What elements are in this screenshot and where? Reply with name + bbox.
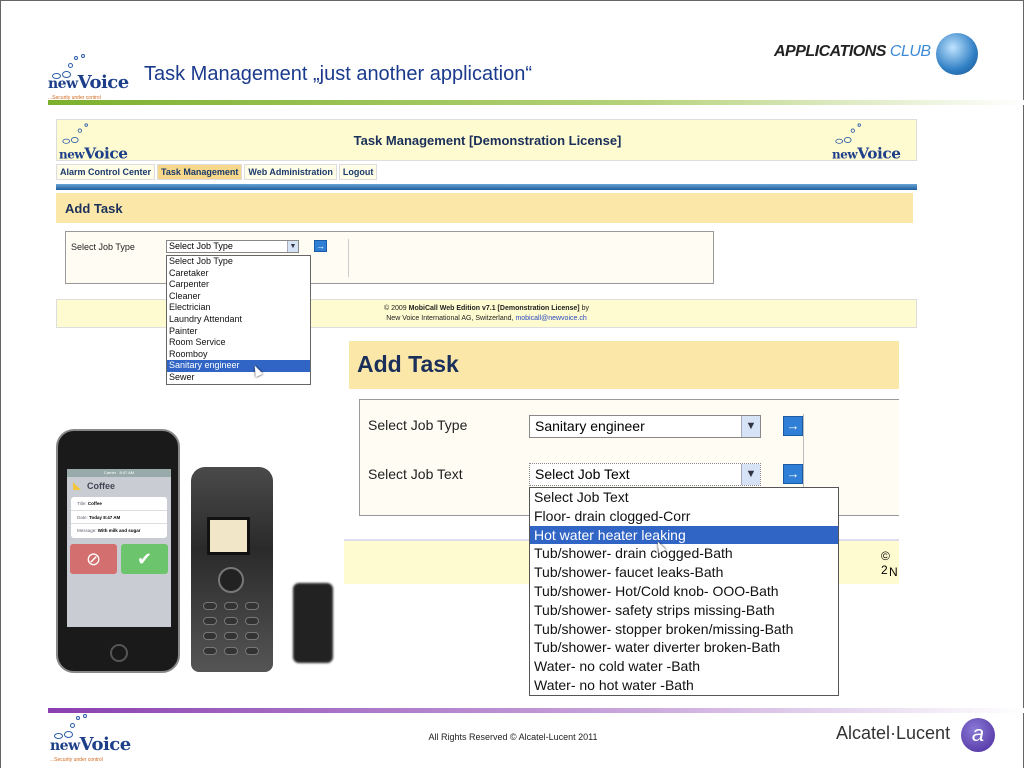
job-type-label: Select Job Type [368, 417, 468, 433]
footer-divider [48, 708, 1024, 713]
job-text-select[interactable]: Select Job Text ▼ [529, 463, 761, 486]
section-header: Add Task [349, 341, 899, 389]
header-divider [48, 100, 1024, 105]
accept-button[interactable]: ✔ [121, 544, 168, 574]
job-type-go-button[interactable]: → [783, 416, 803, 436]
dropdown-option[interactable]: Hot water heater leaking [530, 525, 838, 545]
nav-divider [56, 184, 917, 190]
dropdown-option[interactable]: Sewer [167, 372, 310, 384]
chevron-down-icon[interactable]: ▼ [287, 241, 298, 252]
mobile-phone-image [293, 583, 333, 663]
app-title: Task Management [Demonstration License] [353, 133, 622, 148]
newvoice-logo: newVoice ...Security under control [48, 51, 129, 101]
app-nav: Alarm Control Center Task Management Web… [56, 164, 378, 180]
job-type-select[interactable]: Select Job Type ▼ [166, 240, 299, 253]
section-header: Add Task [56, 193, 913, 223]
dect-phone-image [191, 467, 273, 672]
dropdown-option[interactable]: Electrician [167, 302, 310, 314]
chevron-down-icon[interactable]: ▼ [741, 464, 760, 485]
dropdown-option[interactable]: Tub/shower- Hot/Cold knob- OOO-Bath [530, 582, 838, 601]
dropdown-option[interactable]: Water- no cold water -Bath [530, 657, 838, 676]
go-button[interactable]: → [314, 240, 327, 252]
job-text-go-button[interactable]: → [783, 464, 803, 484]
job-text-label: Select Job Text [368, 466, 463, 482]
job-text-dropdown-list: Select Job Text Floor- drain clogged-Corr… [529, 487, 839, 696]
dropdown-option[interactable]: Water- no hot water -Bath [530, 676, 838, 695]
dropdown-option[interactable]: Tub/shower- stopper broken/missing-Bath [530, 620, 838, 639]
dropdown-option[interactable]: Select Job Type [167, 256, 310, 268]
app-header: newVoice Task Management [Demonstration … [56, 119, 917, 163]
email-link[interactable]: mobicall@newvoice.ch [515, 315, 586, 322]
dropdown-option[interactable]: Painter [167, 326, 310, 338]
dropdown-option[interactable]: Cleaner [167, 291, 310, 303]
dropdown-option[interactable]: Caretaker [167, 268, 310, 280]
dropdown-option[interactable]: Tub/shower- water diverter broken-Bath [530, 638, 838, 657]
alcatel-lucent-icon: a [961, 718, 995, 752]
dropdown-option[interactable]: Laundry Attendant [167, 314, 310, 326]
task-card: Title: Coffee Date: Today 8:47 AM Messag… [71, 497, 167, 538]
decline-button[interactable]: ⊘ [70, 544, 117, 574]
dropdown-option[interactable]: Tub/shower- safety strips missing-Bath [530, 601, 838, 620]
form-box [65, 231, 714, 284]
iphone-screen: Carrier 8:47 AM Coffee Title: Coffee Dat… [67, 469, 171, 627]
nav-task-management[interactable]: Task Management [157, 164, 243, 180]
dropdown-option[interactable]: Roomboy [167, 349, 310, 361]
dropdown-option[interactable]: Floor- drain clogged-Corr [530, 507, 838, 526]
chevron-down-icon[interactable]: ▼ [741, 416, 760, 437]
applications-club-logo: APPLICATIONS CLUB [774, 43, 931, 60]
nav-logout[interactable]: Logout [338, 164, 378, 180]
dropdown-option[interactable]: Sanitary engineer [167, 360, 310, 372]
slide-title: Task Management „just another applicatio… [144, 63, 532, 85]
nav-alarm-control-center[interactable]: Alarm Control Center [56, 164, 156, 180]
job-type-label: Select Job Type [71, 242, 135, 252]
dropdown-option[interactable]: Tub/shower- faucet leaks-Bath [530, 563, 838, 582]
job-type-select[interactable]: Sanitary engineer ▼ [529, 415, 761, 438]
nav-web-administration[interactable]: Web Administration [244, 164, 337, 180]
dropdown-option[interactable]: Carpenter [167, 279, 310, 291]
newvoice-logo: newVoice [832, 120, 901, 163]
home-button [110, 644, 128, 662]
dropdown-option[interactable]: Tub/shower- drain clogged-Bath [530, 544, 838, 563]
globe-icon [936, 33, 978, 75]
dropdown-option[interactable]: Select Job Text [530, 488, 838, 507]
alcatel-lucent-logo: Alcatel·Lucent [836, 723, 951, 743]
bell-icon [73, 482, 81, 490]
divider [348, 239, 349, 277]
dropdown-option[interactable]: Room Service [167, 337, 310, 349]
iphone-image: Carrier 8:47 AM Coffee Title: Coffee Dat… [56, 429, 180, 673]
job-type-dropdown-list: Select Job Type Caretaker Carpenter Cleaner… [166, 255, 311, 385]
